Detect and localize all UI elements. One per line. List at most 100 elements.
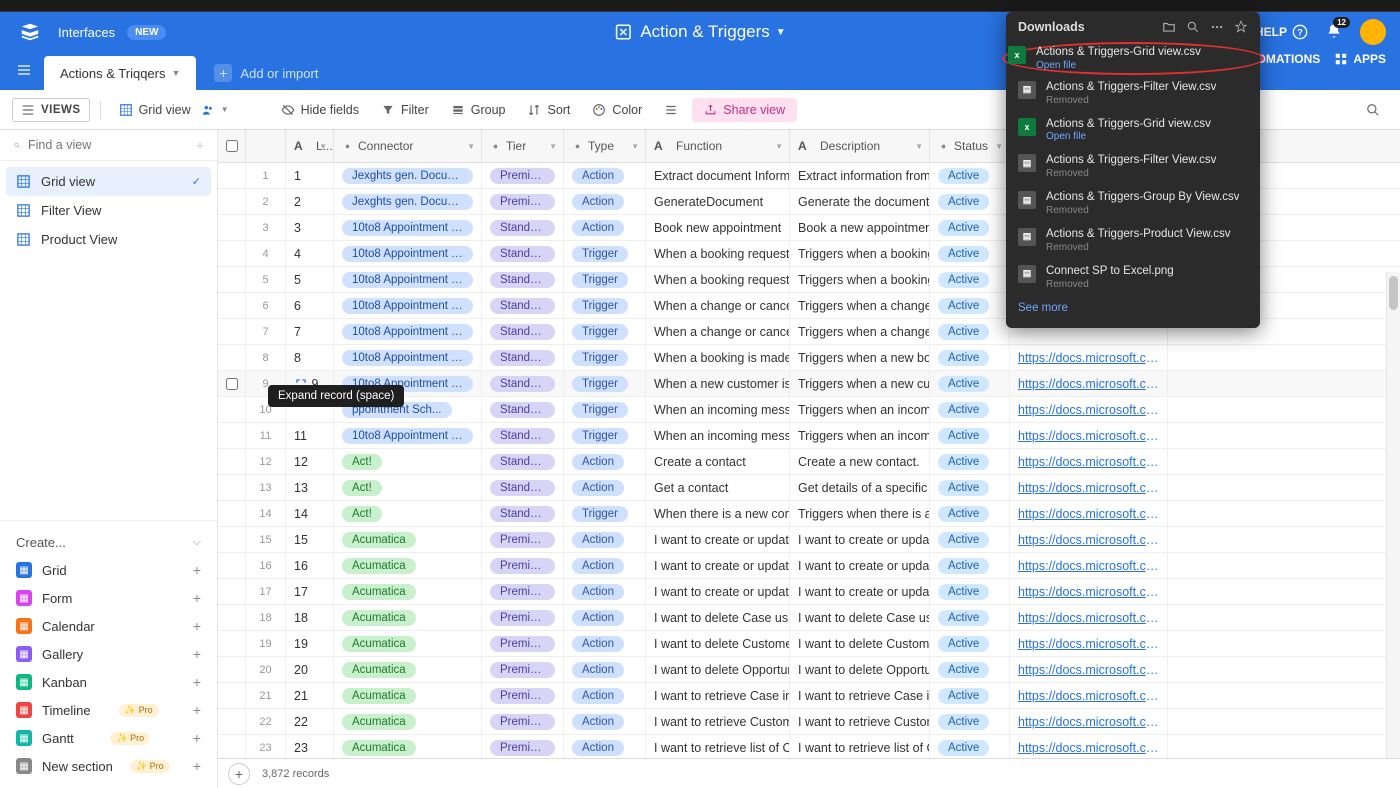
see-more-link[interactable]: See more	[1006, 296, 1260, 320]
cell-type[interactable]: Action	[564, 163, 646, 188]
cell-connector[interactable]: 10to8 Appointment Sch...	[334, 345, 482, 370]
row-checkbox-cell[interactable]	[218, 605, 246, 630]
folder-icon[interactable]	[1162, 20, 1176, 34]
create-item-gallery[interactable]: ▦Gallery+	[8, 640, 209, 668]
table-row[interactable]: 22 22 Acumatica Premium Action I want to…	[218, 709, 1400, 735]
cell-type[interactable]: Action	[564, 605, 646, 630]
cell-status[interactable]: Active	[930, 657, 1010, 682]
cell-type[interactable]: Action	[564, 735, 646, 758]
doc-link[interactable]: https://docs.microsoft.com...	[1018, 559, 1159, 573]
row-checkbox-cell[interactable]	[218, 215, 246, 240]
cell-type[interactable]: Action	[564, 657, 646, 682]
doc-link[interactable]: https://docs.microsoft.com...	[1018, 689, 1159, 703]
cell-function[interactable]: I want to retrieve Case info...	[646, 683, 790, 708]
cell-description[interactable]: Generate the document ba...	[790, 189, 930, 214]
vertical-scrollbar[interactable]	[1386, 272, 1400, 758]
cell-type[interactable]: Action	[564, 631, 646, 656]
apps-link[interactable]: APPS	[1334, 52, 1386, 66]
cell-status[interactable]: Active	[930, 371, 1010, 396]
row-checkbox-cell[interactable]	[218, 475, 246, 500]
cell-l[interactable]: 12	[286, 449, 334, 474]
cell-connector[interactable]: Acumatica	[334, 553, 482, 578]
cell-tier[interactable]: Standard	[482, 319, 564, 344]
table-row[interactable]: 13 13 Act! Standard Action Get a contact…	[218, 475, 1400, 501]
cell-doc[interactable]: https://docs.microsoft.com...	[1010, 475, 1168, 500]
group-button[interactable]: Group	[443, 99, 514, 121]
cell-tier[interactable]: Standard	[482, 423, 564, 448]
doc-link[interactable]: https://docs.microsoft.com...	[1018, 403, 1159, 417]
cell-doc[interactable]: https://docs.microsoft.com...	[1010, 345, 1168, 370]
create-item-grid[interactable]: ▦Grid+	[8, 556, 209, 584]
create-item-form[interactable]: ▦Form+	[8, 584, 209, 612]
cell-l[interactable]: 4	[286, 241, 334, 266]
row-checkbox-cell[interactable]	[218, 735, 246, 758]
doc-link[interactable]: https://docs.microsoft.com...	[1018, 481, 1159, 495]
cell-description[interactable]: Triggers when a booking re...	[790, 241, 930, 266]
cell-description[interactable]: I want to retrieve Customer...	[790, 709, 930, 734]
cell-l[interactable]: 15	[286, 527, 334, 552]
table-row[interactable]: 16 16 Acumatica Premium Action I want to…	[218, 553, 1400, 579]
doc-link[interactable]: https://docs.microsoft.com...	[1018, 377, 1159, 391]
row-checkbox-cell[interactable]	[218, 501, 246, 526]
cell-description[interactable]: Book a new appointment i...	[790, 215, 930, 240]
table-row[interactable]: 14 14 Act! Standard Trigger When there i…	[218, 501, 1400, 527]
cell-function[interactable]: When a change or cancella...	[646, 293, 790, 318]
cell-tier[interactable]: Standard	[482, 449, 564, 474]
cell-status[interactable]: Active	[930, 267, 1010, 292]
cell-tier[interactable]: Premium	[482, 709, 564, 734]
row-checkbox-cell[interactable]	[218, 631, 246, 656]
cell-status[interactable]: Active	[930, 163, 1010, 188]
cell-description[interactable]: I want to delete Opportunit...	[790, 657, 930, 682]
cell-tier[interactable]: Standard	[482, 267, 564, 292]
cell-status[interactable]: Active	[930, 553, 1010, 578]
row-checkbox-cell[interactable]	[218, 449, 246, 474]
cell-status[interactable]: Active	[930, 501, 1010, 526]
row-checkbox-cell[interactable]	[218, 527, 246, 552]
cell-status[interactable]: Active	[930, 735, 1010, 758]
cell-connector[interactable]: Act!	[334, 475, 482, 500]
download-item[interactable]: x Actions & Triggers-Grid view.csv Open …	[1006, 112, 1260, 149]
current-view-button[interactable]: Grid view ▼	[111, 99, 237, 121]
cell-tier[interactable]: Premium	[482, 631, 564, 656]
table-row[interactable]: 15 15 Acumatica Premium Action I want to…	[218, 527, 1400, 553]
sort-button[interactable]: Sort	[519, 99, 578, 121]
column-header-status[interactable]: Status▼	[930, 130, 1010, 162]
cell-connector[interactable]: 10to8 Appointment Sch...	[334, 267, 482, 292]
cell-function[interactable]: I want to delete Customer ...	[646, 631, 790, 656]
cell-tier[interactable]: Premium	[482, 657, 564, 682]
cell-status[interactable]: Active	[930, 475, 1010, 500]
row-checkbox-cell[interactable]	[218, 267, 246, 292]
cell-description[interactable]: Triggers when a new custo...	[790, 371, 930, 396]
cell-doc[interactable]: https://docs.microsoft.com...	[1010, 371, 1168, 396]
table-row[interactable]: 8 8 10to8 Appointment Sch... Standard Tr…	[218, 345, 1400, 371]
add-row-button[interactable]: +	[228, 763, 250, 785]
cell-description[interactable]: Triggers when a change or ...	[790, 293, 930, 318]
search-icon[interactable]	[1186, 20, 1200, 34]
cell-status[interactable]: Active	[930, 215, 1010, 240]
download-subtitle[interactable]: Open file	[1046, 131, 1211, 142]
cell-type[interactable]: Action	[564, 449, 646, 474]
cell-type[interactable]: Trigger	[564, 423, 646, 448]
cell-function[interactable]: I want to delete Case using...	[646, 605, 790, 630]
cell-l[interactable]: 3	[286, 215, 334, 240]
cell-status[interactable]: Active	[930, 293, 1010, 318]
settings-icon[interactable]	[197, 139, 203, 152]
cell-description[interactable]: Extract information from a...	[790, 163, 930, 188]
cell-function[interactable]: I want to retrieve Customer...	[646, 709, 790, 734]
doc-link[interactable]: https://docs.microsoft.com...	[1018, 351, 1159, 365]
cell-connector[interactable]: Acumatica	[334, 683, 482, 708]
cell-description[interactable]: Triggers when there is a ne...	[790, 501, 930, 526]
cell-function[interactable]: When an incoming messag...	[646, 397, 790, 422]
cell-function[interactable]: Create a contact	[646, 449, 790, 474]
sidebar-view-item[interactable]: Filter View	[6, 196, 211, 225]
cell-l[interactable]: 21	[286, 683, 334, 708]
cell-function[interactable]: I want to delete Opportunit...	[646, 657, 790, 682]
help-link[interactable]: HELP ?	[1255, 24, 1308, 40]
table-row[interactable]: 21 21 Acumatica Premium Action I want to…	[218, 683, 1400, 709]
cell-tier[interactable]: Premium	[482, 605, 564, 630]
cell-connector[interactable]: Acumatica	[334, 579, 482, 604]
cell-status[interactable]: Active	[930, 631, 1010, 656]
cell-tier[interactable]: Standard	[482, 293, 564, 318]
cell-l[interactable]: 19	[286, 631, 334, 656]
create-item-kanban[interactable]: ▦Kanban+	[8, 668, 209, 696]
